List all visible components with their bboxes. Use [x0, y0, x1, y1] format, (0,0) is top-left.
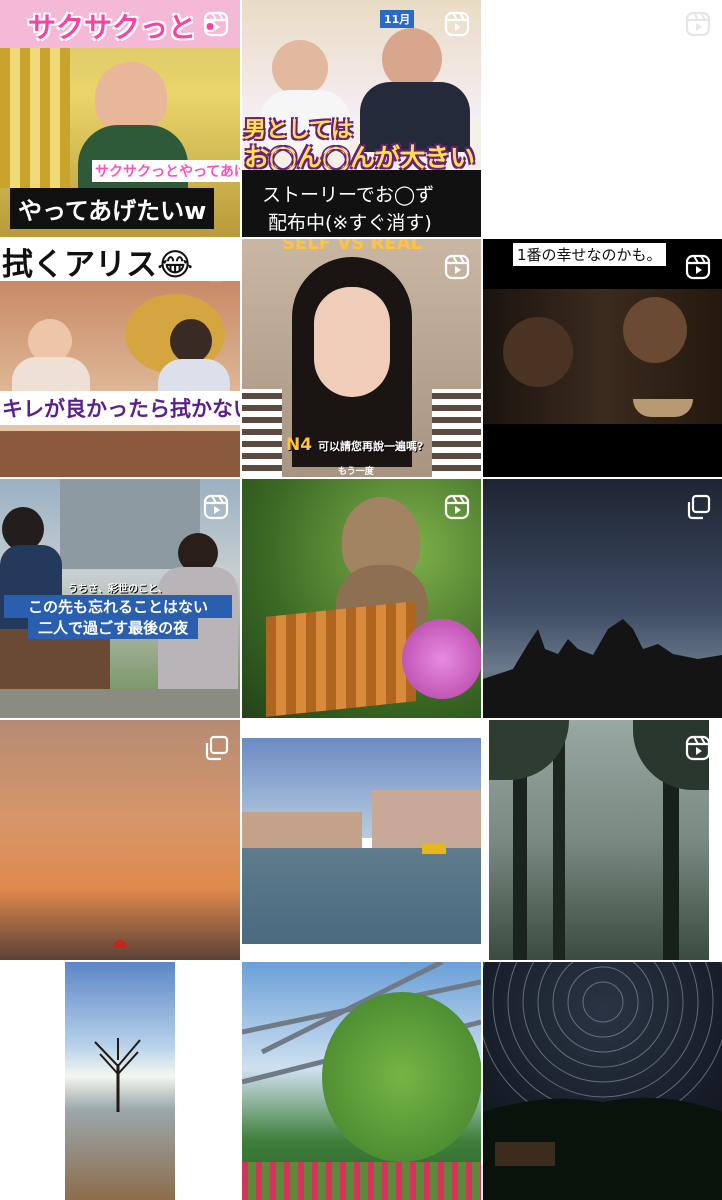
- tile-subtitle: もう一度: [338, 467, 374, 477]
- grid-tile[interactable]: 11月 男としては お◯ん◯んが大きい ストーリーでお◯ず 配布中(※すぐ消す): [242, 0, 481, 237]
- tile-bottom-caption: やってあげたいw: [10, 188, 215, 229]
- tile-subtitle: 可以請您再說一遍嗎?: [318, 440, 424, 453]
- grid-tile[interactable]: [242, 720, 481, 960]
- tile-bottom-caption: 配布中(※すぐ消す): [268, 212, 432, 234]
- grid-tile[interactable]: サクサクっと・ サクサクっとやってあげたい やってあげたいw: [0, 0, 240, 237]
- grid-tile[interactable]: 1番の幸せなのかも。: [483, 239, 722, 477]
- tile-bottom-caption: ストーリーでお◯ず: [262, 184, 435, 206]
- tile-top-caption: SELF VS REAL: [282, 239, 423, 254]
- tile-bottom-caption: キレが良かったら拭かない: [0, 391, 240, 425]
- person-silhouette: [314, 287, 390, 397]
- tile-subtitle: N4: [286, 435, 313, 455]
- grid-tile[interactable]: [483, 0, 722, 237]
- reels-icon: [202, 976, 230, 1004]
- person-silhouette: [382, 28, 442, 90]
- post-grid: サクサクっと・ サクサクっとやってあげたい やってあげたいw 11月 男としては…: [0, 0, 722, 1200]
- tile-top-caption: 11月: [380, 10, 415, 28]
- person-silhouette: [170, 319, 212, 363]
- tile-subtitle: うちさ、彩世のこと、: [68, 584, 168, 595]
- person-silhouette: [95, 62, 167, 132]
- reels-icon: [443, 10, 471, 38]
- carousel-icon: [202, 734, 230, 762]
- tile-top-caption: 1番の幸せなのかも。: [513, 243, 666, 266]
- reels-icon: [684, 253, 712, 281]
- tile-subtitle: サクサクっとやってあげたい: [92, 160, 240, 182]
- sun-shape: [113, 940, 127, 948]
- reels-icon: [443, 493, 471, 521]
- grid-tile[interactable]: [0, 720, 240, 960]
- grid-tile[interactable]: [483, 720, 722, 960]
- person-silhouette: [272, 40, 328, 96]
- tree-silhouette: [553, 740, 565, 960]
- tile-subtitle: この先も忘れることはない: [4, 595, 233, 618]
- tile-overlay-caption: お◯ん◯んが大きい: [244, 143, 475, 172]
- star-trails: [483, 962, 722, 1200]
- person-silhouette: [623, 297, 687, 363]
- grid-tile[interactable]: 拭くアリス😂 キレが良かったら拭かない: [0, 239, 240, 477]
- grid-tile[interactable]: SELF VS REAL N4 可以請您再說一遍嗎? もう一度: [242, 239, 481, 477]
- grid-tile[interactable]: [0, 962, 240, 1200]
- reels-icon: [443, 253, 471, 281]
- grid-tile[interactable]: [242, 962, 481, 1200]
- person-silhouette: [503, 317, 573, 387]
- carousel-icon: [684, 493, 712, 521]
- reels-icon: [202, 493, 230, 521]
- tile-title: サクサクっと・: [28, 11, 225, 44]
- reels-icon: [684, 10, 712, 38]
- grid-tile[interactable]: うちさ、彩世のこと、 この先も忘れることはない 二人で過ごす最後の夜: [0, 479, 240, 718]
- grid-tile[interactable]: [242, 479, 481, 718]
- grid-tile[interactable]: [483, 962, 722, 1200]
- tile-subtitle: 二人で過ごす最後の夜: [28, 616, 199, 639]
- grid-tile[interactable]: [483, 479, 722, 718]
- reels-icon: [202, 255, 230, 283]
- reels-icon: [684, 734, 712, 762]
- reels-icon: [202, 10, 230, 38]
- tile-top-caption: 拭くアリス😂: [2, 247, 194, 283]
